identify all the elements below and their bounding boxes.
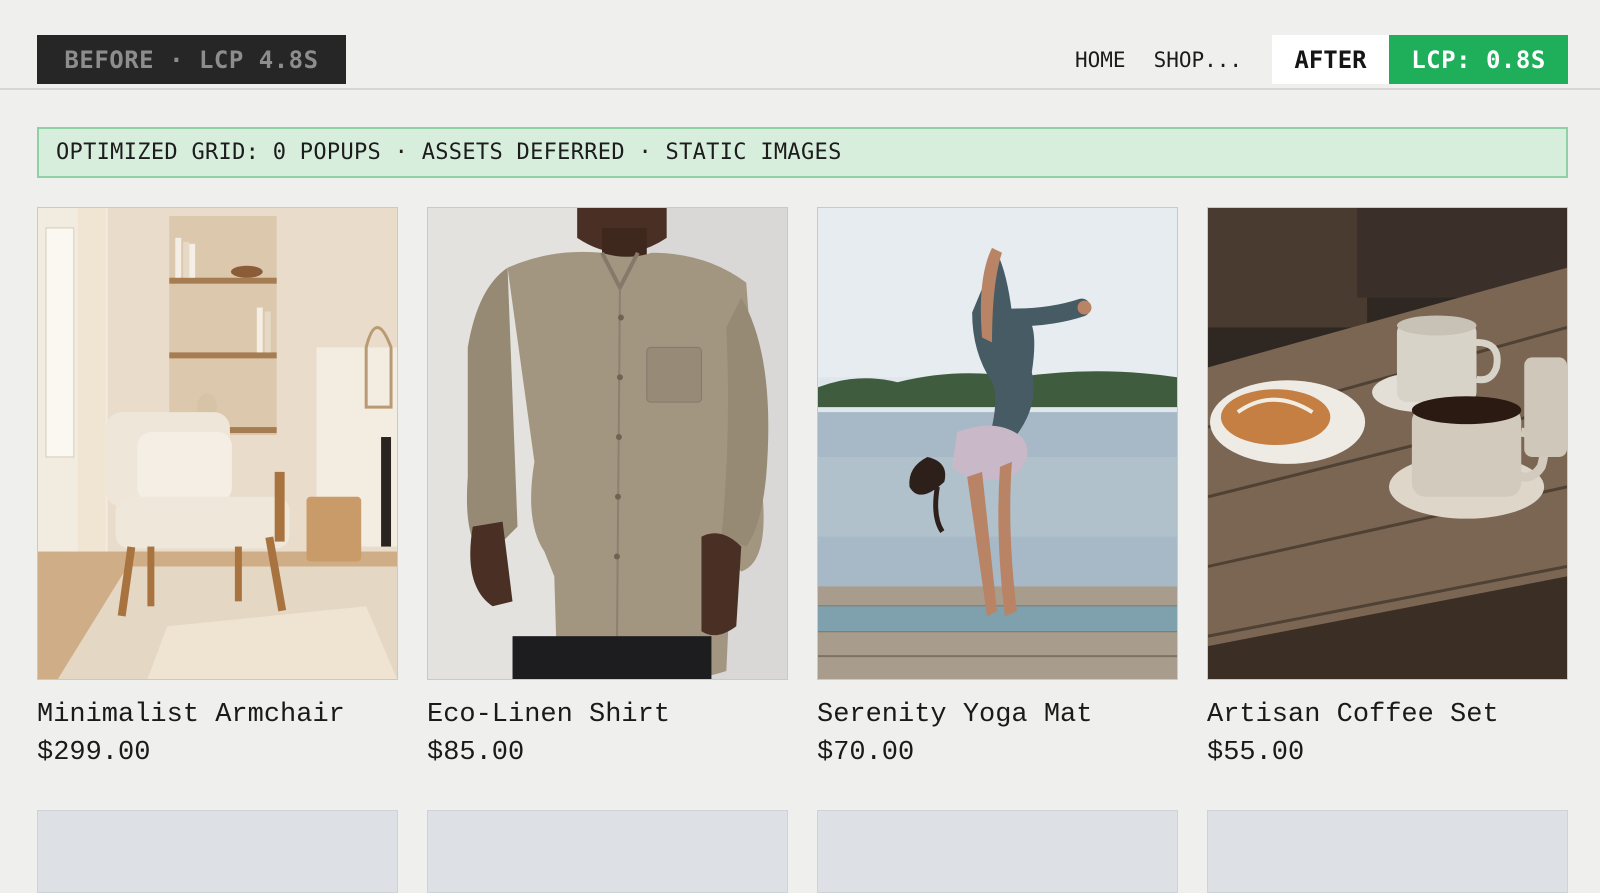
product-card-yoga-mat[interactable]: Serenity Yoga Mat $70.00 [817,207,1178,768]
product-name[interactable]: Serenity Yoga Mat [817,700,1178,730]
product-price: $299.00 [37,738,151,768]
product-placeholder [427,810,788,893]
linen-shirt-photo[interactable] [427,207,788,680]
product-name[interactable]: Artisan Coffee Set [1207,700,1568,730]
after-lcp-badge: LCP: 0.8S [1389,35,1568,84]
header-bar: BEFORE · LCP 4.8S HOME SHOP... AFTER LCP… [0,0,1600,90]
coffee-set-photo[interactable] [1207,207,1568,680]
nav-shop-link[interactable]: SHOP... [1154,48,1243,72]
after-tab[interactable]: AFTER [1272,35,1389,84]
optimization-banner: OPTIMIZED GRID: 0 POPUPS · ASSETS DEFERR… [37,127,1568,178]
product-placeholder [817,810,1178,893]
product-name[interactable]: Eco-Linen Shirt [427,700,788,730]
product-name[interactable]: Minimalist Armchair [37,700,398,730]
main-nav: HOME SHOP... [1075,35,1270,84]
product-price: $70.00 [817,738,915,768]
yoga-mat-photo[interactable] [817,207,1178,680]
before-lcp-badge[interactable]: BEFORE · LCP 4.8S [37,35,346,84]
armchair-photo[interactable] [37,207,398,680]
product-card-armchair[interactable]: Minimalist Armchair $299.00 [37,207,398,768]
product-card-linen-shirt[interactable]: Eco-Linen Shirt $85.00 [427,207,788,768]
storefront-page: BEFORE · LCP 4.8S HOME SHOP... AFTER LCP… [0,0,1600,893]
nav-home-link[interactable]: HOME [1075,48,1126,72]
product-card-coffee-set[interactable]: Artisan Coffee Set $55.00 [1207,207,1568,768]
product-price: $55.00 [1207,738,1305,768]
product-placeholder [37,810,398,893]
product-price: $85.00 [427,738,525,768]
product-placeholder [1207,810,1568,893]
